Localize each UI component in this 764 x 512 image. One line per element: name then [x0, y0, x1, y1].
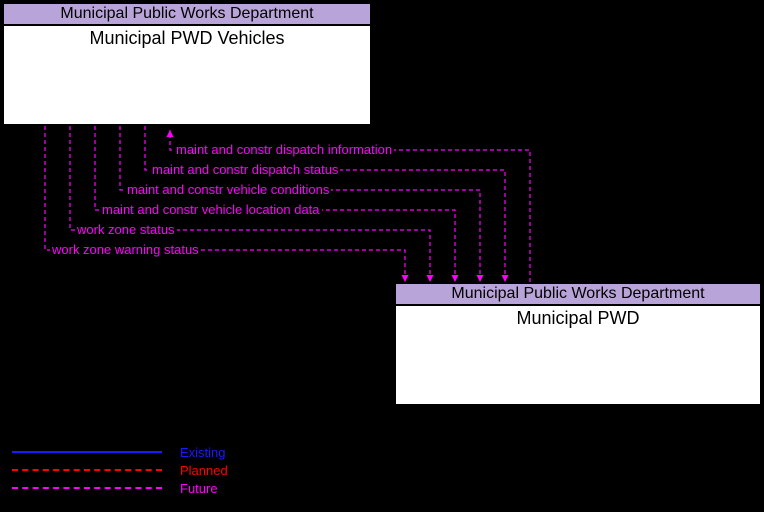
flow-label[interactable]: work zone status	[75, 222, 177, 237]
legend-label: Planned	[180, 463, 228, 478]
flow-label[interactable]: maint and constr dispatch information	[174, 142, 394, 157]
entity-body: Municipal PWD	[396, 306, 760, 331]
flow-label[interactable]: maint and constr vehicle conditions	[125, 182, 331, 197]
legend-row-existing: Existing	[12, 443, 228, 461]
legend-line-icon	[12, 487, 162, 489]
legend-label: Existing	[180, 445, 226, 460]
flow-label[interactable]: maint and constr dispatch status	[150, 162, 340, 177]
legend-row-planned: Planned	[12, 461, 228, 479]
legend-label: Future	[180, 481, 218, 496]
flow-label[interactable]: maint and constr vehicle location data	[100, 202, 322, 217]
entity-header: Municipal Public Works Department	[4, 4, 370, 26]
legend-line-icon	[12, 451, 162, 453]
flow-label[interactable]: work zone warning status	[50, 242, 201, 257]
legend-line-icon	[12, 469, 162, 471]
entity-header: Municipal Public Works Department	[396, 284, 760, 306]
legend-row-future: Future	[12, 479, 228, 497]
legend: Existing Planned Future	[12, 443, 228, 497]
entity-body: Municipal PWD Vehicles	[4, 26, 370, 51]
entity-municipal-pwd[interactable]: Municipal Public Works Department Munici…	[394, 282, 762, 406]
entity-municipal-pwd-vehicles[interactable]: Municipal Public Works Department Munici…	[2, 2, 372, 126]
